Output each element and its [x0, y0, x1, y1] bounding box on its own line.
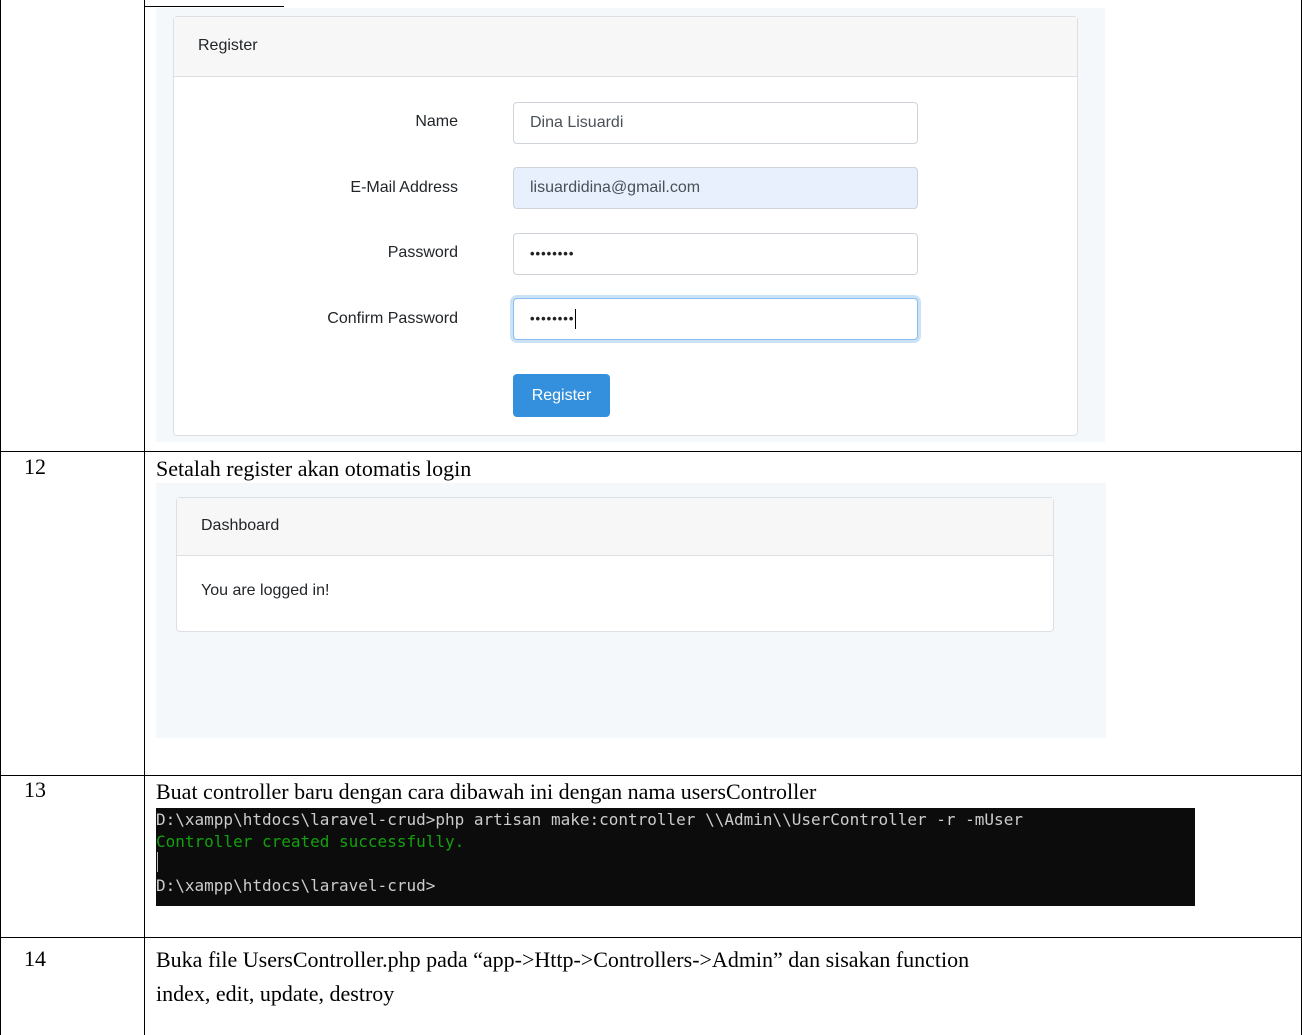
table-row-divider	[0, 451, 1302, 452]
password-input[interactable]: ••••••••	[513, 233, 918, 275]
register-button[interactable]: Register	[513, 374, 610, 417]
email-value: lisuardidina@gmail.com	[530, 179, 701, 196]
name-label: Name	[415, 113, 458, 130]
dashboard-header-title: Dashboard	[201, 517, 280, 534]
password-label: Password	[387, 244, 458, 261]
terminal-success-line: Controller created successfully.	[156, 832, 465, 851]
email-input[interactable]: lisuardidina@gmail.com	[513, 167, 918, 209]
dashboard-card-header: Dashboard	[177, 498, 1053, 556]
register-card: Register Name Dina Lisuardi E-Mail Addre…	[173, 16, 1078, 436]
email-label: E-Mail Address	[350, 179, 458, 196]
dashboard-screenshot: Dashboard You are logged in!	[156, 483, 1106, 738]
table-column-divider	[144, 0, 145, 1035]
name-input[interactable]: Dina Lisuardi	[513, 102, 918, 144]
table-top-border	[144, 6, 284, 7]
row-description: Setalah register akan otomatis login	[156, 456, 472, 481]
table-left-border	[0, 0, 1, 1035]
table-row-divider	[0, 775, 1302, 776]
row-description-line1: Buka file UsersController.php pada “app-…	[156, 947, 970, 972]
register-header-title: Register	[198, 37, 258, 54]
name-value: Dina Lisuardi	[530, 114, 624, 131]
dashboard-card: Dashboard You are logged in!	[176, 497, 1054, 632]
row-description-line2: index, edit, update, destroy	[156, 981, 395, 1006]
terminal-prompt-line: D:\xampp\htdocs\laravel-crud>	[156, 876, 436, 895]
terminal-cursor	[157, 852, 158, 872]
confirm-password-value: ••••••••	[530, 311, 575, 326]
password-value: ••••••••	[530, 246, 575, 261]
row-number: 13	[24, 777, 46, 802]
row-number: 14	[24, 946, 46, 971]
terminal-screenshot: D:\xampp\htdocs\laravel-crud>php artisan…	[156, 808, 1195, 906]
register-card-header: Register	[174, 17, 1077, 77]
row-description: Buat controller baru dengan cara dibawah…	[156, 779, 817, 804]
table-row-divider	[0, 937, 1302, 938]
text-caret	[575, 308, 577, 329]
register-screenshot: Register Name Dina Lisuardi E-Mail Addre…	[156, 8, 1105, 442]
confirm-password-input[interactable]: ••••••••	[513, 298, 918, 340]
confirm-password-label: Confirm Password	[327, 310, 458, 327]
row-number: 12	[24, 454, 46, 479]
terminal-command-line: D:\xampp\htdocs\laravel-crud>php artisan…	[156, 810, 1023, 829]
login-status-message: You are logged in!	[201, 582, 330, 599]
